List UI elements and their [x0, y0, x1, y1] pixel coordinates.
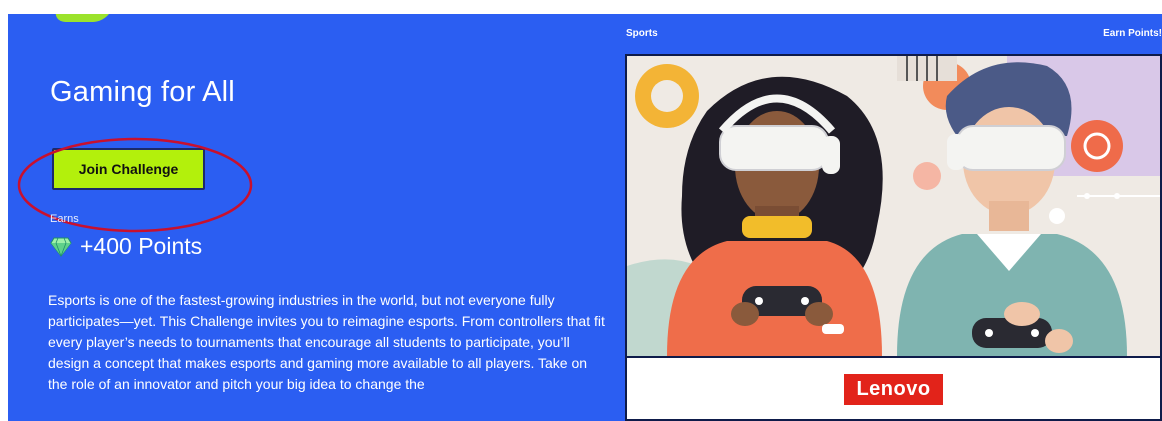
page-title: Gaming for All	[50, 76, 235, 108]
category-label: Sports	[626, 28, 658, 39]
sponsor-area: Lenovo	[627, 356, 1160, 419]
challenge-panel: Gaming for All Join Challenge Earns +400…	[8, 14, 1162, 421]
challenge-illustration	[627, 56, 1160, 356]
sponsor-logo: Lenovo	[844, 374, 943, 405]
challenge-description: Esports is one of the fastest-growing in…	[48, 292, 605, 392]
earns-label: Earns	[50, 213, 79, 225]
logo	[51, 14, 113, 22]
top-strip	[0, 0, 1162, 14]
earn-points-label: Earn Points!	[1103, 28, 1162, 39]
challenge-card[interactable]: Lenovo	[625, 54, 1162, 421]
card-labels: Sports Earn Points!	[626, 28, 1162, 39]
points-value: +400 Points	[80, 233, 203, 259]
gem-icon	[50, 237, 72, 257]
points-display: +400 Points	[50, 233, 202, 260]
